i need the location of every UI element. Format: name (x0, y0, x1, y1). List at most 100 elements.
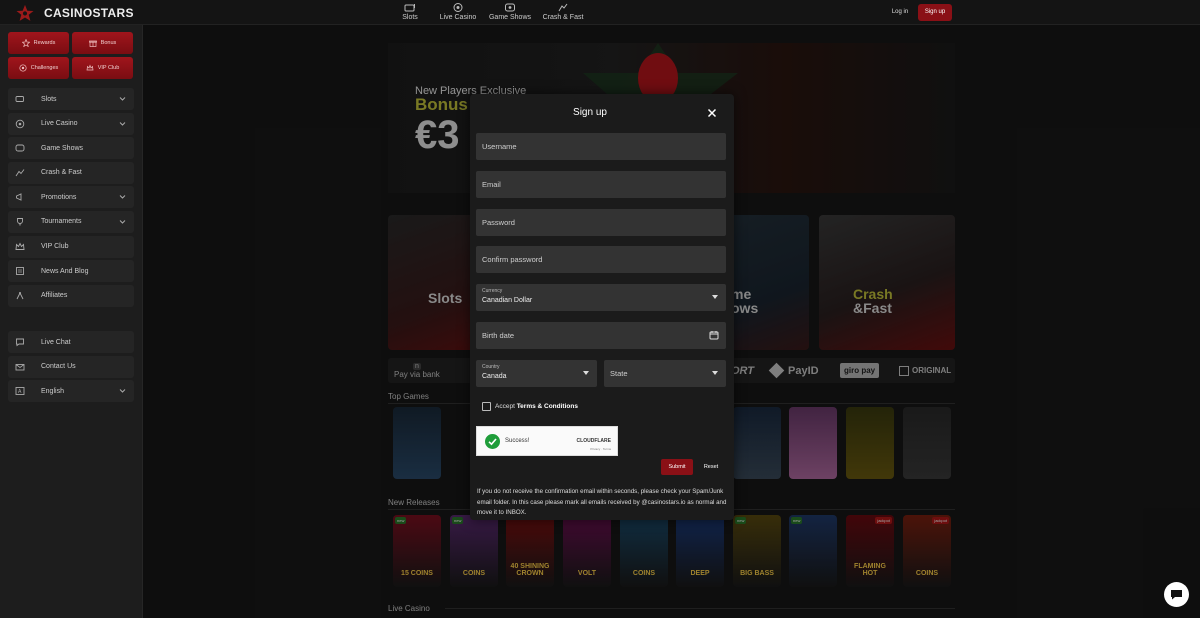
reset-button[interactable]: Reset (697, 459, 725, 475)
chevron-down-icon[interactable] (119, 95, 126, 102)
sidebar-item-label: English (41, 387, 64, 395)
chat-bubble-icon (1171, 590, 1182, 600)
terms-link[interactable]: Terms & Conditions (517, 403, 578, 410)
quick-links: Rewards Bonus Challenges VIP Club (8, 32, 134, 79)
challenges-label: Challenges (30, 65, 59, 71)
trophy-icon (17, 218, 23, 226)
submit-button[interactable]: Submit (661, 459, 693, 475)
email-placeholder: Email (482, 180, 501, 189)
sidebar-item-affiliates[interactable]: Affiliates (8, 284, 134, 307)
country-value: Canada (482, 373, 507, 380)
birth-date-placeholder: Birth date (482, 331, 515, 340)
sidebar-item-label: Live Casino (41, 120, 78, 128)
vip-club-button[interactable]: VIP Club (72, 57, 133, 79)
bonus-label: Bonus (100, 40, 117, 46)
crown-icon (15, 242, 25, 250)
username-field[interactable]: Username (476, 133, 726, 160)
topnav-game-shows[interactable]: Game Shows (486, 2, 534, 21)
live-casino-icon (15, 119, 25, 128)
success-check-icon (485, 434, 500, 449)
svg-text:A: A (18, 389, 22, 395)
sidebar-item-vip-club[interactable]: VIP Club (8, 235, 134, 258)
sidebar-item-language[interactable]: A English (8, 380, 134, 403)
sidebar-item-news-and-blog[interactable]: News And Blog (8, 260, 134, 283)
birth-date-field[interactable]: Birth date (476, 322, 726, 349)
sidebar-item-tournaments[interactable]: Tournaments (8, 210, 134, 233)
confirm-password-placeholder: Confirm password (482, 255, 543, 264)
topnav-label: Live Casino (439, 14, 477, 21)
sidebar-item-live-chat[interactable]: Live Chat (8, 331, 134, 353)
caret-down-icon (712, 295, 718, 299)
sidebar-item-label: Affiliates (41, 292, 68, 300)
mail-icon (15, 363, 25, 371)
calendar-icon[interactable] (709, 330, 719, 340)
sidebar-item-label: News And Blog (41, 267, 89, 275)
currency-select[interactable]: Currency Canadian Dollar (476, 284, 726, 311)
sidebar-item-label: Contact Us (41, 363, 76, 371)
topnav-label: Game Shows (488, 14, 532, 21)
modal-title: Sign up (573, 107, 607, 118)
sidebar: Rewards Bonus Challenges VIP Club Slots … (0, 25, 143, 618)
challenges-button[interactable]: Challenges (8, 57, 69, 79)
topnav-label: Crash & Fast (542, 14, 584, 21)
vip-club-label: VIP Club (97, 65, 120, 71)
accept-prefix: Accept (495, 403, 515, 410)
bonus-button[interactable]: Bonus (72, 32, 133, 54)
slots-icon (404, 4, 415, 12)
topnav-live-casino[interactable]: Live Casino (436, 2, 480, 21)
sidebar-item-promotions[interactable]: Promotions (8, 186, 134, 209)
sidebar-item-contact-us[interactable]: Contact Us (8, 355, 134, 378)
chevron-down-icon[interactable] (119, 387, 126, 394)
live-casino-icon (453, 3, 463, 12)
captcha-links[interactable]: Privacy · Terms (590, 447, 611, 451)
support-menu: Live Chat Contact Us A English (8, 331, 134, 405)
confirm-password-field[interactable]: Confirm password (476, 246, 726, 273)
sidebar-item-label: Tournaments (41, 218, 82, 226)
chevron-down-icon[interactable] (119, 218, 126, 225)
topnav-label: Slots (402, 14, 418, 21)
sidebar-item-slots[interactable]: Slots (8, 88, 134, 110)
topnav-crash-fast[interactable]: Crash & Fast (540, 2, 586, 21)
username-placeholder: Username (482, 142, 517, 151)
brand-logo[interactable]: CASINOSTARS (14, 4, 134, 22)
country-select[interactable]: Country Canada (476, 360, 597, 387)
captcha-widget[interactable]: Success! CLOUDFLARE Privacy · Terms (476, 426, 618, 456)
terms-checkbox[interactable] (482, 402, 491, 411)
sidebar-item-label: Promotions (41, 193, 77, 201)
currency-value: Canadian Dollar (482, 297, 533, 304)
chat-icon (16, 338, 24, 347)
sidebar-item-live-casino[interactable]: Live Casino (8, 112, 134, 135)
crash-icon (15, 169, 25, 177)
signup-button[interactable]: Sign up (918, 4, 952, 21)
sidebar-item-label: Slots (41, 95, 57, 103)
challenges-icon (19, 64, 27, 72)
sidebar-item-label: Live Chat (41, 338, 71, 346)
caret-down-icon (583, 371, 589, 375)
state-select[interactable]: State (604, 360, 726, 387)
caret-down-icon (712, 371, 718, 375)
currency-label: Currency (482, 288, 503, 294)
crash-icon (558, 3, 568, 12)
signup-modal: Sign up Username Email Password Confirm … (470, 94, 734, 520)
chat-widget-button[interactable] (1164, 582, 1189, 607)
password-placeholder: Password (482, 218, 515, 227)
sidebar-item-crash-fast[interactable]: Crash & Fast (8, 161, 134, 184)
sidebar-item-game-shows[interactable]: Game Shows (8, 137, 134, 160)
email-field[interactable]: Email (476, 171, 726, 198)
confirmation-notice: If you do not receive the confirmation e… (477, 488, 727, 516)
country-label: Country (482, 364, 500, 370)
gift-icon (88, 40, 97, 47)
sidebar-item-label: Game Shows (41, 144, 84, 152)
chevron-down-icon[interactable] (119, 120, 126, 127)
rewards-button[interactable]: Rewards (8, 32, 69, 54)
login-button[interactable]: Log in (884, 6, 916, 19)
chevron-down-icon[interactable] (119, 193, 126, 200)
affiliates-icon (16, 291, 24, 299)
news-icon (16, 267, 24, 276)
language-icon: A (15, 387, 25, 395)
topnav-slots[interactable]: Slots (390, 2, 430, 21)
password-field[interactable]: Password (476, 209, 726, 236)
close-icon[interactable] (706, 107, 718, 119)
terms-text: Accept Terms & Conditions (495, 403, 578, 410)
sidebar-item-label: VIP Club (41, 243, 69, 251)
